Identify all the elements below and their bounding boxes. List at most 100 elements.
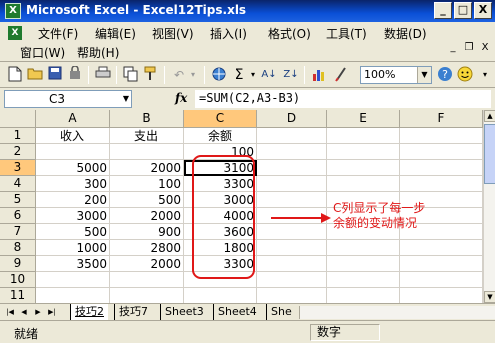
- cell-e3[interactable]: [327, 160, 400, 176]
- cell-a3[interactable]: 5000: [36, 160, 110, 176]
- cell-f9[interactable]: [400, 256, 483, 272]
- row-header-2[interactable]: 2: [0, 144, 36, 160]
- formula-input[interactable]: =SUM(C2,A3-B3): [195, 90, 491, 108]
- open-folder-icon[interactable]: [26, 66, 44, 84]
- cell-a8[interactable]: 1000: [36, 240, 110, 256]
- cell-f11[interactable]: [400, 288, 483, 303]
- cell-d3[interactable]: [257, 160, 327, 176]
- cell-a2[interactable]: [36, 144, 110, 160]
- row-header-7[interactable]: 7: [0, 224, 36, 240]
- row-header-1[interactable]: 1: [0, 128, 36, 144]
- cell-c11[interactable]: [184, 288, 257, 303]
- column-header-a[interactable]: A: [36, 110, 110, 128]
- cell-a11[interactable]: [36, 288, 110, 303]
- cell-f8[interactable]: [400, 240, 483, 256]
- column-header-d[interactable]: D: [257, 110, 327, 128]
- hyperlink-icon[interactable]: [210, 66, 228, 84]
- cell-d7[interactable]: [257, 224, 327, 240]
- menu-edit[interactable]: 编辑(E): [95, 25, 136, 42]
- cell-e9[interactable]: [327, 256, 400, 272]
- cell-b6[interactable]: 2000: [110, 208, 184, 224]
- cell-a4[interactable]: 300: [36, 176, 110, 192]
- office-assistant-icon[interactable]: [456, 66, 474, 84]
- workbook-restore-button[interactable]: ❐: [462, 42, 476, 55]
- cell-b5[interactable]: 500: [110, 192, 184, 208]
- next-sheet-icon[interactable]: ▶: [32, 306, 44, 319]
- cell-b4[interactable]: 100: [110, 176, 184, 192]
- cell-d11[interactable]: [257, 288, 327, 303]
- cell-b11[interactable]: [110, 288, 184, 303]
- menu-insert[interactable]: 插入(I): [210, 25, 247, 42]
- chevron-down-icon[interactable]: ▼: [123, 91, 129, 107]
- name-box[interactable]: C3 ▼: [4, 90, 132, 108]
- row-header-8[interactable]: 8: [0, 240, 36, 256]
- cell-d4[interactable]: [257, 176, 327, 192]
- tab-jiqiao2[interactable]: 技巧2: [70, 304, 108, 320]
- cell-e2[interactable]: [327, 144, 400, 160]
- row-header-9[interactable]: 9: [0, 256, 36, 272]
- drawing-icon[interactable]: [332, 66, 350, 84]
- row-header-6[interactable]: 6: [0, 208, 36, 224]
- first-sheet-icon[interactable]: |◀: [4, 306, 16, 319]
- scroll-down-icon[interactable]: ▼: [484, 291, 495, 303]
- cell-d1[interactable]: [257, 128, 327, 144]
- cell-b9[interactable]: 2000: [110, 256, 184, 272]
- cell-a7[interactable]: 500: [36, 224, 110, 240]
- format-painter-icon[interactable]: [142, 66, 160, 84]
- cell-d10[interactable]: [257, 272, 327, 288]
- column-header-f[interactable]: F: [400, 110, 483, 128]
- cell-d5[interactable]: [257, 192, 327, 208]
- toolbar-options-icon[interactable]: ▾: [476, 66, 494, 84]
- cell-f10[interactable]: [400, 272, 483, 288]
- minimize-button[interactable]: _: [434, 2, 452, 19]
- row-header-4[interactable]: 4: [0, 176, 36, 192]
- scroll-up-icon[interactable]: ▲: [484, 110, 495, 122]
- cell-e11[interactable]: [327, 288, 400, 303]
- menu-window[interactable]: 窗口(W): [20, 44, 65, 61]
- excel-app-icon[interactable]: X: [5, 3, 21, 19]
- permission-icon[interactable]: [66, 65, 84, 84]
- cell-b1[interactable]: 支出: [110, 128, 184, 144]
- copy-icon[interactable]: [122, 66, 140, 84]
- save-icon[interactable]: [46, 66, 64, 84]
- print-icon[interactable]: [94, 66, 112, 84]
- menu-data[interactable]: 数据(D): [384, 25, 427, 42]
- cell-b2[interactable]: [110, 144, 184, 160]
- menu-file[interactable]: 文件(F): [38, 25, 78, 42]
- cell-b7[interactable]: 900: [110, 224, 184, 240]
- tab-sheet5[interactable]: She: [266, 304, 296, 320]
- cell-e10[interactable]: [327, 272, 400, 288]
- horizontal-scrollbar[interactable]: [299, 306, 495, 319]
- undo-dropdown-icon[interactable]: ▾: [184, 66, 202, 84]
- cell-e8[interactable]: [327, 240, 400, 256]
- column-header-b[interactable]: B: [110, 110, 184, 128]
- zoom-select[interactable]: 100% ▼: [360, 66, 432, 84]
- menu-tools[interactable]: 工具(T): [326, 25, 367, 42]
- cell-c1[interactable]: 余额: [184, 128, 257, 144]
- sort-ascending-icon[interactable]: A↓: [260, 66, 278, 84]
- row-header-11[interactable]: 11: [0, 288, 36, 303]
- cell-f1[interactable]: [400, 128, 483, 144]
- last-sheet-icon[interactable]: ▶|: [46, 306, 58, 319]
- vertical-scrollbar[interactable]: ▲ ▼: [483, 110, 495, 303]
- tab-sheet4[interactable]: Sheet4: [213, 304, 261, 320]
- column-header-c[interactable]: C: [184, 110, 257, 128]
- cell-b3[interactable]: 2000: [110, 160, 184, 176]
- column-header-e[interactable]: E: [327, 110, 400, 128]
- cell-b8[interactable]: 2800: [110, 240, 184, 256]
- row-header-3[interactable]: 3: [0, 160, 36, 176]
- chevron-down-icon[interactable]: ▼: [417, 67, 431, 83]
- cell-d2[interactable]: [257, 144, 327, 160]
- row-header-5[interactable]: 5: [0, 192, 36, 208]
- help-icon[interactable]: ?: [436, 66, 454, 84]
- cell-a6[interactable]: 3000: [36, 208, 110, 224]
- workbook-minimize-button[interactable]: _: [446, 42, 460, 55]
- cell-f2[interactable]: [400, 144, 483, 160]
- cell-a1[interactable]: 收入: [36, 128, 110, 144]
- cell-a5[interactable]: 200: [36, 192, 110, 208]
- fx-icon[interactable]: fx: [175, 91, 187, 105]
- cell-b10[interactable]: [110, 272, 184, 288]
- tab-jiqiao7[interactable]: 技巧7: [114, 304, 152, 320]
- prev-sheet-icon[interactable]: ◀: [18, 306, 30, 319]
- row-header-10[interactable]: 10: [0, 272, 36, 288]
